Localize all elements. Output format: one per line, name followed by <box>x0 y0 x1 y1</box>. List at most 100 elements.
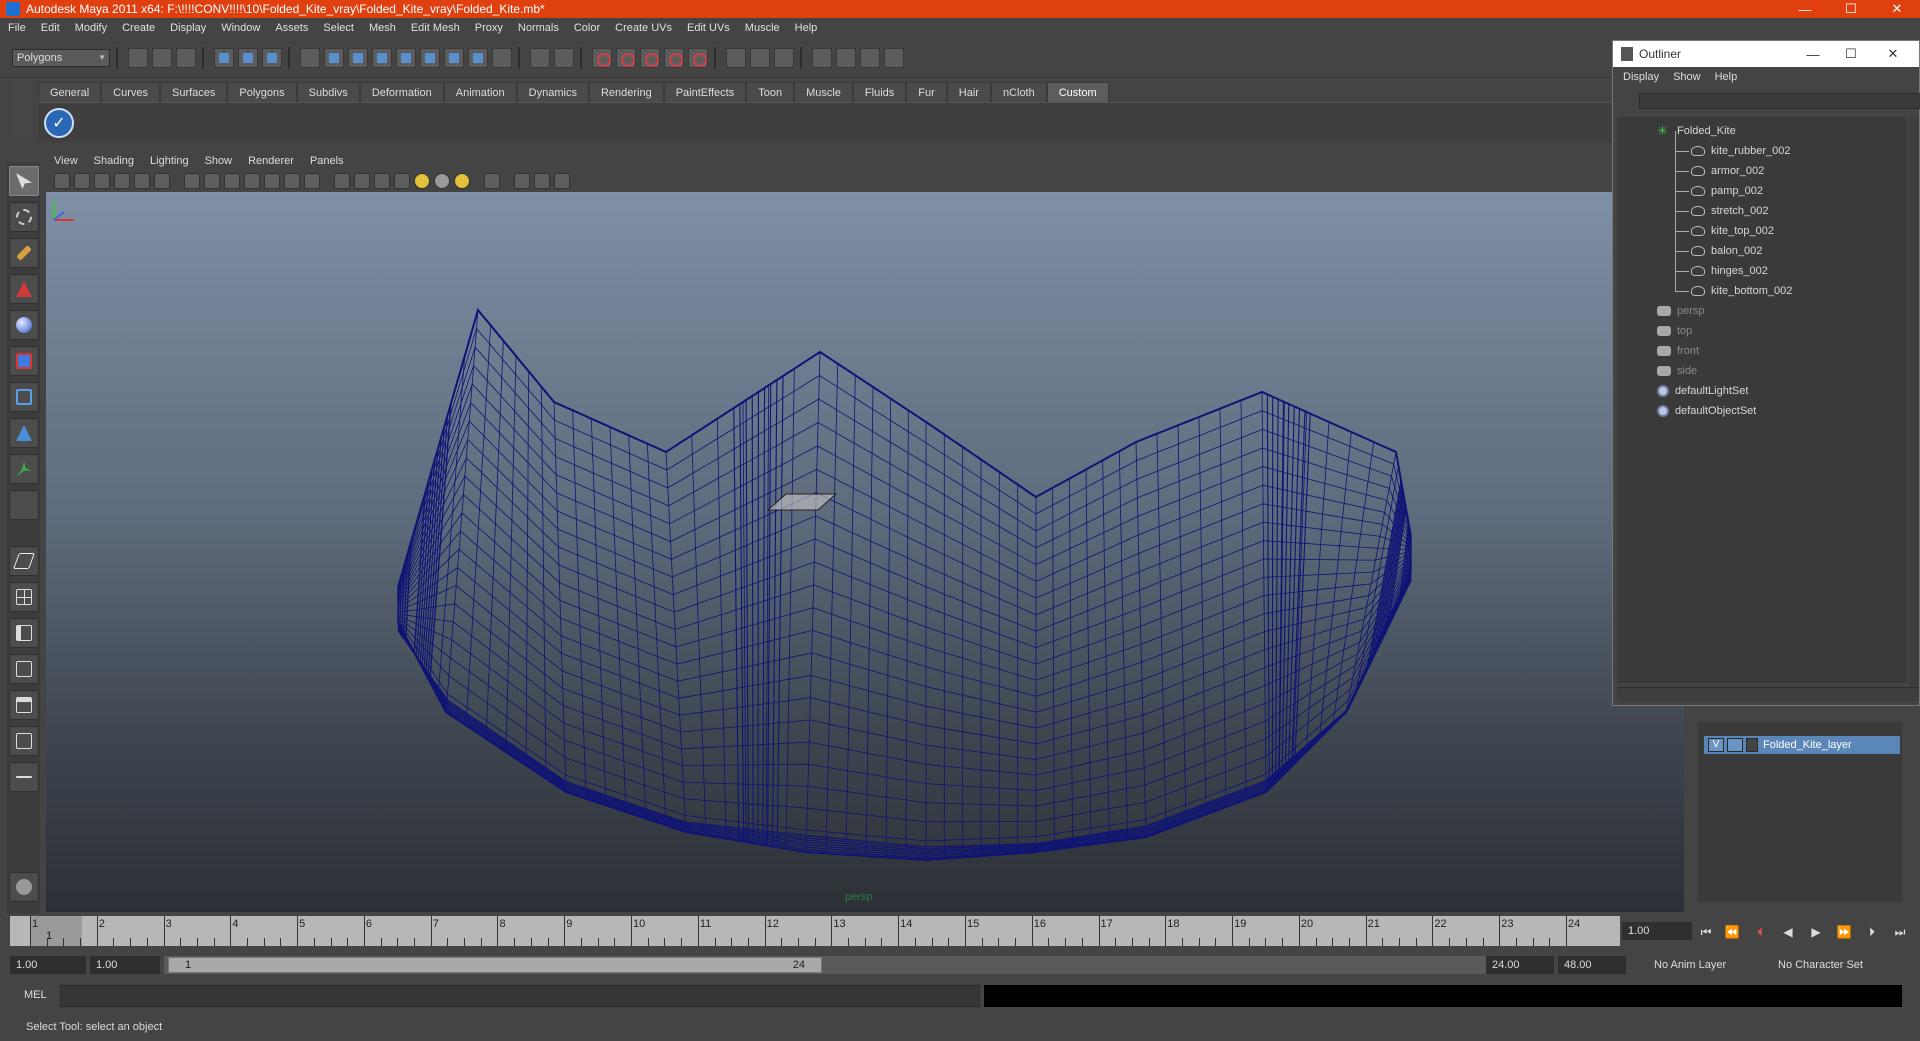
isolate-select-icon[interactable] <box>484 173 500 189</box>
safe-action-icon[interactable] <box>284 173 300 189</box>
persp-hypergraph-layout-icon[interactable] <box>9 726 39 756</box>
soft-mod-tool-icon[interactable] <box>9 418 39 448</box>
save-scene-icon[interactable] <box>176 47 196 68</box>
render-settings-icon[interactable] <box>860 47 880 68</box>
outliner-item[interactable]: balon_002 <box>1691 243 1762 259</box>
maximize-button[interactable]: ☐ <box>1828 0 1874 18</box>
mel-command-input[interactable] <box>60 985 980 1007</box>
outliner-item[interactable]: pamp_002 <box>1691 183 1763 199</box>
viewport-menu-view[interactable]: View <box>54 155 78 167</box>
highlight-selection-icon[interactable] <box>554 47 574 68</box>
handle-mask-icon[interactable] <box>324 47 344 68</box>
four-view-layout-icon[interactable] <box>9 582 39 612</box>
shelf-tab-curves[interactable]: Curves <box>101 82 160 102</box>
deformer-mask-icon[interactable] <box>420 47 440 68</box>
play-backwards-button[interactable]: ◀ <box>1778 924 1798 940</box>
outliner-close-button[interactable]: ✕ <box>1875 41 1911 67</box>
textured-icon[interactable] <box>394 173 410 189</box>
shelf-tab-rendering[interactable]: Rendering <box>588 82 664 102</box>
menu-file[interactable]: File <box>8 22 26 34</box>
hypershade-persp-layout-icon[interactable] <box>9 690 39 720</box>
paint-select-tool-icon[interactable] <box>9 238 39 268</box>
lock-selection-icon[interactable] <box>530 47 550 68</box>
backface-culling-icon[interactable] <box>554 173 570 189</box>
xray-joints-icon[interactable] <box>534 173 550 189</box>
outliner-item[interactable]: kite_rubber_002 <box>1691 143 1791 159</box>
output-history-icon[interactable] <box>750 47 770 68</box>
menu-edit-mesh[interactable]: Edit Mesh <box>411 22 460 34</box>
input-history-icon[interactable] <box>726 47 746 68</box>
two-d-pan-zoom-icon[interactable] <box>134 173 150 189</box>
viewport-menu-renderer[interactable]: Renderer <box>248 155 294 167</box>
step-forward-frame-button[interactable]: ⏵ <box>1862 924 1882 940</box>
select-by-hierarchy-icon[interactable] <box>214 47 234 68</box>
show-manipulator-icon[interactable] <box>9 454 39 484</box>
outliner-item[interactable]: side <box>1657 363 1697 379</box>
time-slider[interactable]: 1 1 2 3 4 5 6 7 8 9 10 11 12 13 14 15 16 17 18 19 20 21 22 23 2… <box>10 916 1620 946</box>
shelf-tab-painteffects[interactable]: PaintEffects <box>663 82 747 102</box>
menu-muscle[interactable]: Muscle <box>745 22 780 34</box>
perspective-viewport[interactable]: persp <box>46 192 1684 912</box>
shelf-tab-subdivs[interactable]: Subdivs <box>296 82 360 102</box>
snap-to-grid-icon[interactable] <box>592 47 612 68</box>
shelf-tab-ncloth[interactable]: nCloth <box>990 82 1047 102</box>
shelf-tab-animation[interactable]: Animation <box>443 82 517 102</box>
snap-to-point-icon[interactable] <box>640 47 660 68</box>
outliner-menu-show[interactable]: Show <box>1673 71 1701 83</box>
outliner-item[interactable]: defaultLightSet <box>1657 383 1748 399</box>
start-time-field[interactable]: 1.00 <box>10 956 86 974</box>
menu-color[interactable]: Color <box>574 22 600 34</box>
last-tool-icon[interactable] <box>9 490 39 520</box>
shelf-tab-toon[interactable]: Toon <box>746 82 795 102</box>
misc-mask-icon[interactable] <box>492 47 512 68</box>
viewport-menu-panels[interactable]: Panels <box>310 155 344 167</box>
layout-options-icon[interactable] <box>9 762 39 792</box>
outliner-menu-display[interactable]: Display <box>1623 71 1659 83</box>
single-perspective-layout-icon[interactable] <box>9 546 39 576</box>
new-scene-icon[interactable] <box>128 47 148 68</box>
viewport-menu-lighting[interactable]: Lighting <box>150 155 189 167</box>
snap-to-curve-icon[interactable] <box>616 47 636 68</box>
render-current-frame-icon[interactable] <box>812 47 832 68</box>
hypershade-icon[interactable] <box>884 47 904 68</box>
shelf-tab-hair[interactable]: Hair <box>946 82 991 102</box>
smooth-shade-icon[interactable] <box>354 173 370 189</box>
curve-mask-icon[interactable] <box>372 47 392 68</box>
shelf-tab-deformation[interactable]: Deformation <box>359 82 444 102</box>
outliner-horizontal-scrollbar[interactable] <box>1617 687 1919 701</box>
lasso-tool-icon[interactable] <box>9 202 39 232</box>
layer-row[interactable]: V Folded_Kite_layer <box>1704 736 1900 754</box>
anim-layer-dropdown[interactable]: No Anim Layer <box>1650 956 1770 974</box>
menu-window[interactable]: Window <box>221 22 260 34</box>
menu-select[interactable]: Select <box>323 22 354 34</box>
shelf-tab-muscle[interactable]: Muscle <box>794 82 853 102</box>
select-camera-icon[interactable] <box>54 173 70 189</box>
select-by-component-icon[interactable] <box>262 47 282 68</box>
construction-history-icon[interactable] <box>774 47 794 68</box>
menu-assets[interactable]: Assets <box>275 22 308 34</box>
grid-toggle-icon[interactable] <box>184 173 200 189</box>
menu-edit-uvs[interactable]: Edit UVs <box>687 22 730 34</box>
character-set-dropdown[interactable]: No Character Set <box>1774 956 1896 974</box>
pick-mask-icon[interactable] <box>300 47 320 68</box>
range-slider-track[interactable]: 1 24 <box>164 956 1492 974</box>
snap-to-view-plane-icon[interactable] <box>664 47 684 68</box>
current-time-field[interactable]: 1.00 <box>1622 922 1692 940</box>
menu-set-selector[interactable]: Polygons <box>12 48 110 67</box>
camera-attributes-icon[interactable] <box>74 173 90 189</box>
outliner-item[interactable]: ✳ Folded_Kite <box>1657 123 1736 139</box>
shadows-icon[interactable] <box>434 173 450 189</box>
viewport-menu-shading[interactable]: Shading <box>94 155 134 167</box>
go-to-start-button[interactable]: ⏮ <box>1696 924 1716 940</box>
menu-display[interactable]: Display <box>170 22 206 34</box>
rotate-tool-icon[interactable] <box>9 310 39 340</box>
image-plane-icon[interactable] <box>114 173 130 189</box>
minimize-button[interactable]: — <box>1782 0 1828 18</box>
dynamic-mask-icon[interactable] <box>444 47 464 68</box>
outliner-item[interactable]: defaultObjectSet <box>1657 403 1756 419</box>
menu-mesh[interactable]: Mesh <box>369 22 396 34</box>
shelf-grip[interactable] <box>12 82 32 138</box>
outliner-item[interactable]: armor_002 <box>1691 163 1764 179</box>
outliner-menu-help[interactable]: Help <box>1715 71 1738 83</box>
outliner-filter-field[interactable] <box>1639 93 1920 109</box>
